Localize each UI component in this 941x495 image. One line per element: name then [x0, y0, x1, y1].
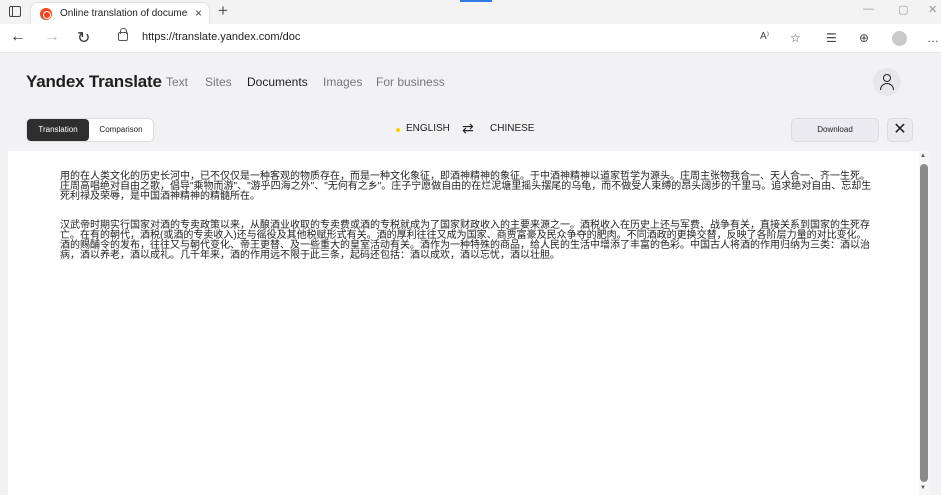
close-document-button[interactable]: ✕ [887, 118, 913, 142]
document-toolbar: Translation Comparison ENGLISH ⇄ CHINESE… [0, 114, 941, 150]
browser-tab[interactable]: Online translation of documents × [30, 2, 210, 24]
nav-documents[interactable]: Documents [247, 75, 308, 89]
favorites-icon[interactable]: ☰ [826, 31, 837, 45]
window-menu-icon[interactable] [9, 6, 21, 17]
browser-tab-strip: Online translation of documents × + — ▢ … [0, 0, 941, 24]
nav-text[interactable]: Text [166, 75, 188, 89]
document-paragraph: 汉武帝时期实行国家对酒的专卖政策以来，从酿酒业收取的专卖费或酒的专税就成为了国家… [60, 220, 870, 261]
source-language-button[interactable]: ENGLISH [406, 123, 450, 134]
url-text: https://translate.yandex.com/doc [142, 31, 301, 43]
document-scrollbar[interactable]: ▲ ▼ [919, 151, 929, 495]
document-paragraph: 用的在人类文化的历史长河中，已不仅仅是一种客观的物质存在，而是一种文化象征，即酒… [60, 171, 872, 202]
swap-languages-icon[interactable]: ⇄ [462, 120, 474, 137]
tab-title: Online translation of documents [60, 8, 188, 19]
source-lang-dot-icon [396, 128, 400, 132]
minimize-button[interactable]: — [863, 3, 874, 15]
nav-images[interactable]: Images [323, 75, 362, 89]
download-button[interactable]: Download [791, 118, 879, 142]
scroll-up-icon[interactable]: ▲ [920, 153, 926, 159]
profile-avatar[interactable] [892, 31, 907, 46]
tab-close-button[interactable]: × [195, 6, 202, 20]
scrollbar-thumb[interactable] [920, 164, 928, 482]
collections-icon[interactable]: ⊕ [859, 31, 869, 45]
read-aloud-icon[interactable]: A⁾ [760, 31, 769, 42]
back-icon[interactable]: ← [10, 28, 26, 46]
more-icon[interactable]: … [927, 31, 939, 45]
comparison-tab[interactable]: Comparison [91, 119, 151, 141]
yandex-favicon-icon [40, 8, 52, 20]
user-icon[interactable] [873, 68, 901, 96]
tab-strip-accent [460, 0, 492, 2]
url-field[interactable]: https://translate.yandex.com/doc [106, 27, 816, 49]
brand-logo[interactable]: Yandex Translate [26, 72, 162, 92]
translate-app: Yandex Translate Text Sites Documents Im… [0, 54, 941, 495]
restore-button[interactable]: ▢ [898, 3, 908, 16]
view-mode-switch: Translation Comparison [26, 118, 154, 142]
scroll-down-icon[interactable]: ▼ [920, 485, 926, 491]
address-bar: ← → ↻ https://translate.yandex.com/doc A… [0, 24, 941, 53]
lock-icon [118, 28, 128, 41]
translation-tab[interactable]: Translation [27, 119, 89, 141]
nav-for-business[interactable]: For business [376, 75, 445, 89]
window-close-button[interactable]: ✕ [928, 3, 937, 16]
forward-icon[interactable]: → [44, 28, 60, 46]
refresh-icon[interactable]: ↻ [77, 28, 90, 48]
nav-sites[interactable]: Sites [205, 75, 232, 89]
target-language-button[interactable]: CHINESE [490, 123, 534, 134]
new-tab-button[interactable]: + [218, 1, 228, 21]
translated-document: 用的在人类文化的历史长河中，已不仅仅是一种客观的物质存在，而是一种文化象征，即酒… [8, 151, 929, 495]
favorites-add-icon[interactable]: ☆ [790, 31, 801, 45]
